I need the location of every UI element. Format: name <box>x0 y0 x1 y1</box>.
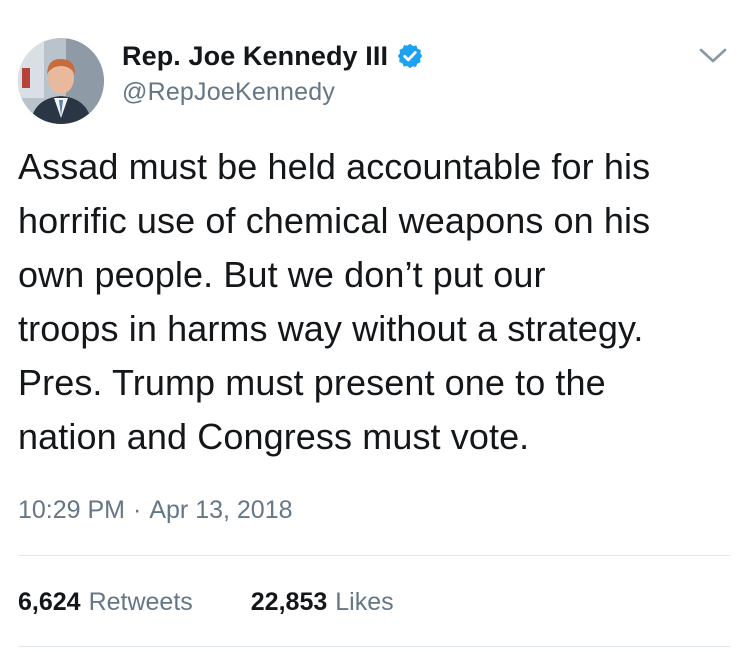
divider <box>18 646 730 647</box>
tweet-date: Apr 13, 2018 <box>149 496 293 524</box>
tweet-header: Rep. Joe Kennedy III @RepJoeKennedy <box>18 34 730 124</box>
retweets-stat[interactable]: 6,624 Retweets <box>18 588 193 617</box>
name-row: Rep. Joe Kennedy III <box>122 38 424 74</box>
likes-stat[interactable]: 22,853 Likes <box>251 588 394 617</box>
divider <box>18 555 730 556</box>
tweet-timestamp[interactable]: 10:29 PM · Apr 13, 2018 <box>18 496 293 525</box>
avatar[interactable] <box>18 38 104 124</box>
retweet-label: Retweets <box>88 588 193 616</box>
avatar-image <box>18 38 104 124</box>
tweet-text: Assad must be held accountable for his h… <box>18 146 651 457</box>
engagement-stats: 6,624 Retweets 22,853 Likes <box>18 588 452 617</box>
verified-badge-icon <box>396 42 424 70</box>
author-info: Rep. Joe Kennedy III @RepJoeKennedy <box>122 38 424 107</box>
timestamp-separator: · <box>133 496 142 524</box>
like-label: Likes <box>335 588 394 616</box>
chevron-down-icon[interactable] <box>696 44 730 68</box>
tweet-time: 10:29 PM <box>18 496 126 524</box>
tweet-card: Rep. Joe Kennedy III @RepJoeKennedy Assa… <box>0 0 750 652</box>
display-name[interactable]: Rep. Joe Kennedy III <box>122 41 388 72</box>
like-count: 22,853 <box>250 588 328 616</box>
author-handle[interactable]: @RepJoeKennedy <box>122 78 424 107</box>
retweet-count: 6,624 <box>18 588 81 616</box>
